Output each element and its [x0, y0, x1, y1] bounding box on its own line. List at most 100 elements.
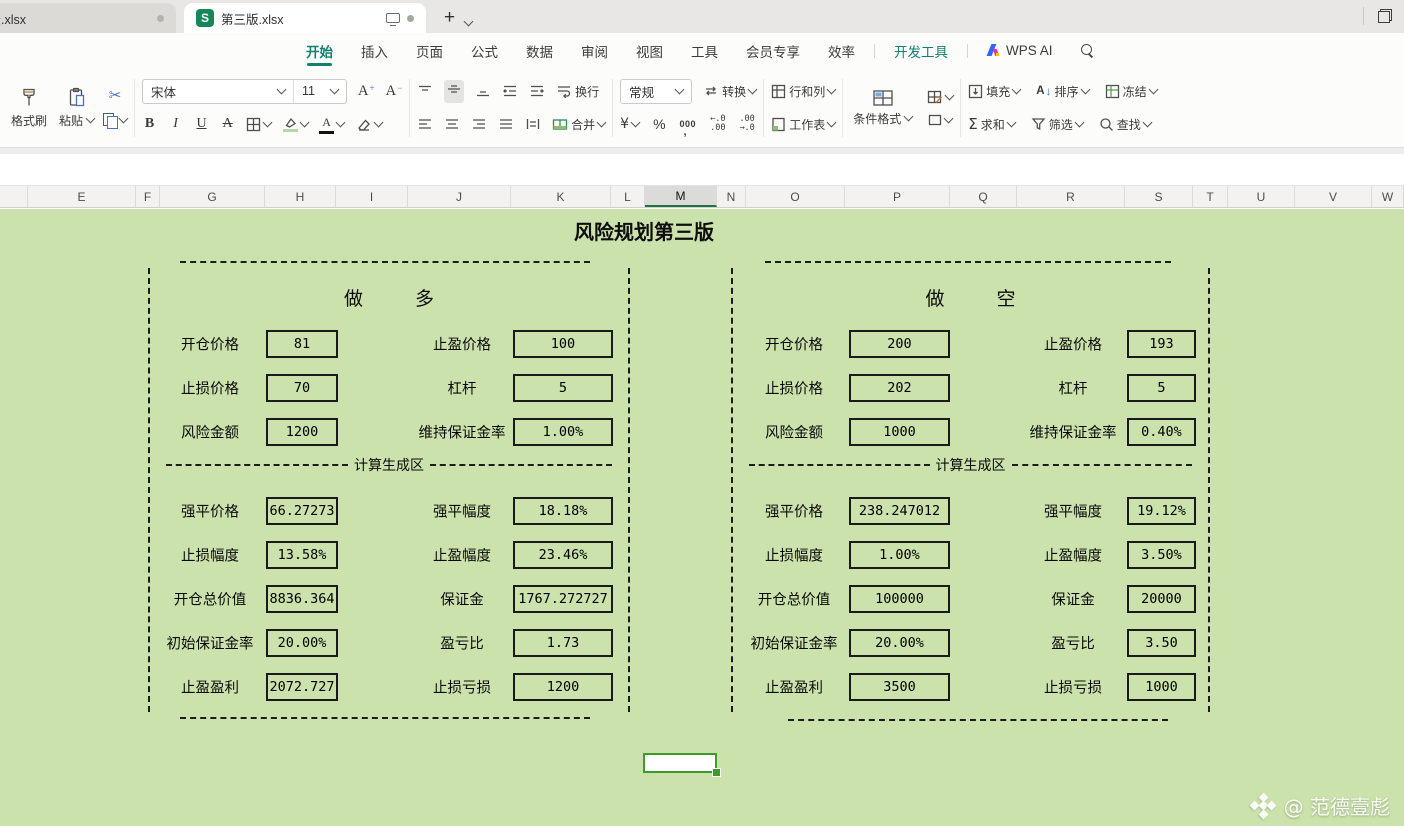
underline-button[interactable]: U	[194, 116, 209, 132]
active-cell-selection[interactable]	[643, 753, 721, 777]
field-value-cell[interactable]: 1200	[513, 673, 613, 701]
field-value-cell[interactable]: 1767.272727	[513, 585, 613, 613]
strikethrough-button[interactable]: A	[220, 116, 235, 132]
field-value-cell[interactable]: 100000	[849, 585, 950, 613]
align-middle-icon[interactable]	[446, 82, 462, 96]
field-value-cell[interactable]: 0.40%	[1127, 418, 1196, 446]
field-value-cell[interactable]: 20.00%	[266, 629, 338, 657]
menu-tab-9[interactable]: 效率	[814, 33, 869, 68]
decrease-decimal-button[interactable]: ←.0.00	[710, 115, 725, 133]
field-value-cell[interactable]: 202	[849, 374, 950, 402]
column-header-W[interactable]: W	[1372, 186, 1404, 207]
field-value-cell[interactable]: 3500	[849, 673, 950, 701]
percent-format-button[interactable]: %	[653, 116, 665, 132]
clear-format-button[interactable]	[355, 117, 384, 131]
field-value-cell[interactable]: 81	[266, 330, 338, 358]
menu-tab-0[interactable]: 开始	[292, 33, 347, 68]
field-value-cell[interactable]: 1200	[266, 418, 338, 446]
column-header-G[interactable]: G	[160, 186, 265, 207]
field-value-cell[interactable]: 66.27273	[266, 497, 338, 525]
worksheet-button[interactable]: 工作表	[771, 116, 837, 133]
field-value-cell[interactable]: 1.73	[513, 629, 613, 657]
field-value-cell[interactable]: 3.50%	[1127, 541, 1196, 569]
field-value-cell[interactable]: 238.247012	[849, 497, 950, 525]
field-value-cell[interactable]: 8836.364	[266, 585, 338, 613]
align-center-icon[interactable]	[444, 117, 460, 131]
document-tab-active[interactable]: S 第三版.xlsx	[184, 3, 426, 33]
field-value-cell[interactable]: 20.00%	[849, 629, 950, 657]
convert-button[interactable]: 转换	[703, 83, 758, 100]
column-header-R[interactable]: R	[1017, 186, 1125, 207]
paste-button[interactable]: 粘贴	[56, 85, 97, 131]
align-right-icon[interactable]	[471, 117, 487, 131]
table-style-button[interactable]	[927, 90, 955, 104]
wrap-text-button[interactable]: 换行	[556, 83, 599, 100]
field-value-cell[interactable]: 23.46%	[513, 541, 613, 569]
field-value-cell[interactable]: 1.00%	[849, 541, 950, 569]
column-header-N[interactable]: N	[717, 186, 746, 207]
sort-button[interactable]: A ↓ 排序	[1036, 83, 1091, 100]
merge-cells-button[interactable]: 合并	[552, 116, 607, 133]
field-value-cell[interactable]: 193	[1127, 330, 1196, 358]
justify-icon[interactable]	[498, 117, 514, 131]
decrease-font-size-button[interactable]: A−	[386, 83, 403, 100]
currency-format-button[interactable]: ¥	[620, 116, 641, 132]
cut-button[interactable]: ✂	[109, 87, 122, 103]
column-header-J[interactable]: J	[408, 186, 511, 207]
field-value-cell[interactable]: 20000	[1127, 585, 1196, 613]
menu-tab-11[interactable]: WPS AI	[973, 33, 1067, 68]
italic-button[interactable]: I	[168, 116, 183, 132]
field-value-cell[interactable]: 2072.727	[266, 673, 338, 701]
cell-style-button[interactable]	[928, 113, 954, 126]
column-header-K[interactable]: K	[511, 186, 611, 207]
field-value-cell[interactable]: 70	[266, 374, 338, 402]
field-value-cell[interactable]: 5	[513, 374, 613, 402]
column-header-L[interactable]: L	[611, 186, 645, 207]
decrease-indent-icon[interactable]	[502, 84, 518, 98]
increase-indent-icon[interactable]	[529, 84, 545, 98]
increase-decimal-button[interactable]: .00 →.0	[739, 115, 754, 133]
menu-tab-6[interactable]: 视图	[622, 33, 677, 68]
menu-tab-3[interactable]: 公式	[457, 33, 512, 68]
menu-tab-1[interactable]: 插入	[347, 33, 402, 68]
column-header-E[interactable]: E	[28, 186, 136, 207]
column-header-S[interactable]: S	[1125, 186, 1193, 207]
format-painter-button[interactable]: 格式刷	[8, 85, 50, 131]
field-value-cell[interactable]: 13.58%	[266, 541, 338, 569]
font-name-select[interactable]: 宋体	[143, 80, 293, 103]
borders-button[interactable]	[246, 117, 273, 132]
fill-button[interactable]: 填充	[968, 83, 1022, 100]
field-value-cell[interactable]: 3.50	[1127, 629, 1196, 657]
rows-columns-button[interactable]: 行和列	[771, 83, 837, 100]
conditional-format-button[interactable]: 条件格式	[850, 87, 915, 129]
menu-tab-4[interactable]: 数据	[512, 33, 567, 68]
field-value-cell[interactable]: 18.18%	[513, 497, 613, 525]
document-tab-inactive[interactable]: 记录.xlsx	[0, 3, 176, 33]
share-to-screen-icon[interactable]	[386, 13, 400, 26]
align-bottom-icon[interactable]	[475, 84, 491, 98]
increase-font-size-button[interactable]: A+	[358, 83, 375, 100]
menu-tab-2[interactable]: 页面	[402, 33, 457, 68]
thousand-separator-button[interactable]: 000,	[680, 119, 697, 138]
column-header-F[interactable]: F	[136, 186, 160, 207]
sum-button[interactable]: Σ 求和	[968, 115, 1017, 133]
filter-button[interactable]: 筛选	[1031, 116, 1085, 133]
menu-tab-10[interactable]: 开发工具	[880, 33, 962, 68]
new-tab-button[interactable]: +	[440, 3, 459, 33]
window-restore-icon[interactable]	[1378, 9, 1392, 23]
field-value-cell[interactable]: 5	[1127, 374, 1196, 402]
column-header-V[interactable]: V	[1295, 186, 1372, 207]
tab-list-chevron-icon[interactable]	[463, 16, 474, 27]
menu-tab-5[interactable]: 审阅	[567, 33, 622, 68]
copy-button[interactable]	[103, 112, 129, 129]
freeze-panes-button[interactable]: 冻结	[1105, 83, 1159, 100]
column-header-M[interactable]: M	[645, 186, 717, 207]
menu-tab-7[interactable]: 工具	[677, 33, 732, 68]
column-header-U[interactable]: U	[1228, 186, 1295, 207]
column-header-Q[interactable]: Q	[950, 186, 1017, 207]
distribute-text-icon[interactable]	[525, 117, 541, 131]
find-button[interactable]: 查找	[1099, 116, 1153, 133]
column-header-H[interactable]: H	[265, 186, 336, 207]
align-left-icon[interactable]	[417, 117, 433, 131]
menu-search-button[interactable]	[1067, 33, 1108, 68]
